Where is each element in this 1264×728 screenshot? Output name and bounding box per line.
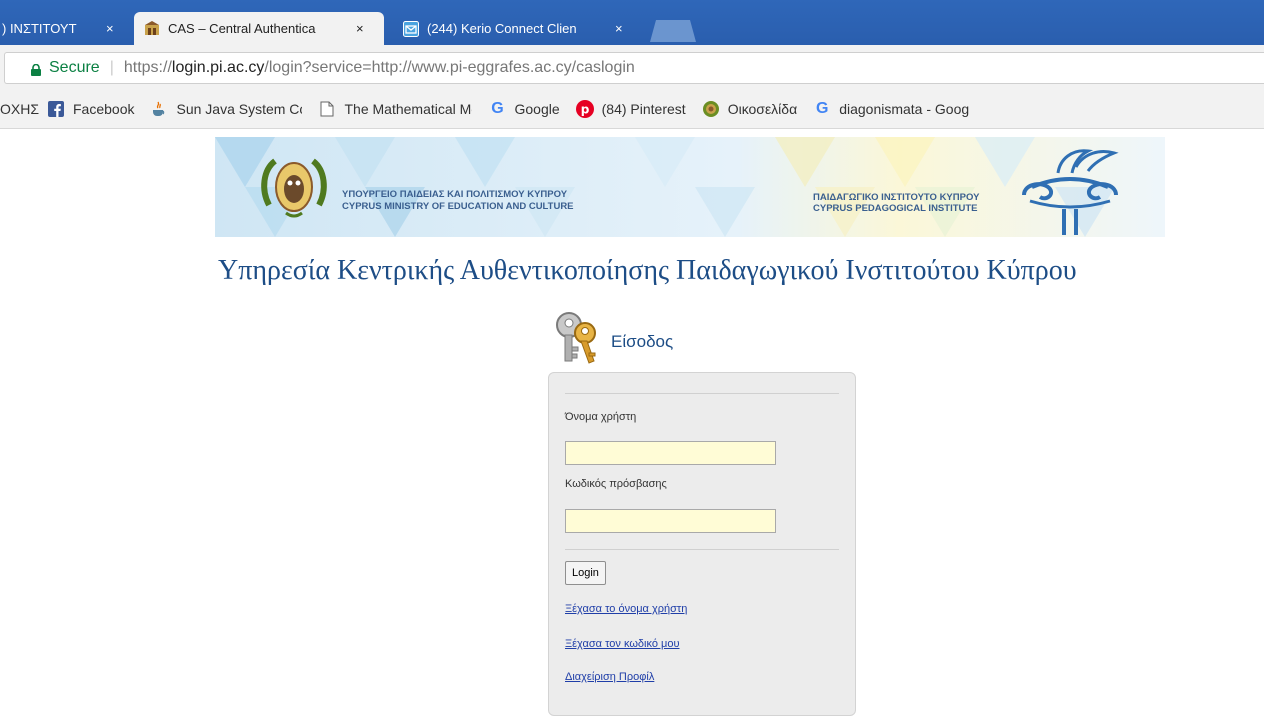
bookmark-label: Sun Java System Com [176,100,302,117]
url-host: login.pi.ac.cy [171,59,265,76]
bookmark-label: diagonismata - Goog [839,100,970,117]
url-path: /login?service=http://www.pi-eggrafes.ac… [264,59,635,76]
password-field[interactable] [565,509,776,533]
password-label: Κωδικός πρόσβασης [565,478,667,490]
username-field[interactable] [565,441,776,465]
login-form: Όνομα χρήστη Κωδικός πρόσβασης Login Ξέχ… [548,372,856,716]
ministry-name-en: CYPRUS MINISTRY OF EDUCATION AND CULTURE [342,201,574,212]
java-cup-icon [150,100,168,118]
browser-tabstrip: ) ΙΝΣΤΙΤΟΥΤ × CAS – Central Authentica ×… [0,0,1264,45]
lock-icon [31,63,41,76]
tab-close-icon[interactable]: × [356,21,364,36]
keys-icon [551,311,601,370]
login-title: Είσοδος [611,332,674,351]
tab-cas-label: CAS – Central Authentica [168,21,316,36]
bookmark-label: Facebook [73,100,135,117]
address-separator: | [109,59,114,76]
page-title: Υπηρεσία Κεντρικής Αυθεντικοποίησης Παιδ… [218,255,1077,286]
username-label: Όνομα χρήστη [565,411,637,423]
bookmark-facebook[interactable]: Facebook [47,100,134,118]
form-divider-bottom [565,549,839,550]
bookmark-google[interactable]: G Google [488,100,559,118]
bookmark-home[interactable]: Οικοσελίδα [702,100,798,118]
ministry-name-gr: ΥΠΟΥΡΓΕΙΟ ΠΑΙΔΕΙΑΣ ΚΑΙ ΠΟΛΙΤΙΣΜΟΥ ΚΥΠΡΟΥ [342,189,568,200]
tab-close-icon[interactable]: × [615,21,623,36]
forgot-password-link[interactable]: Ξέχασα τον κωδικό μου [565,638,680,650]
header-banner: ΥΠΟΥΡΓΕΙΟ ΠΑΙΔΕΙΑΣ ΚΑΙ ΠΟΛΙΤΙΣΜΟΥ ΚΥΠΡΟΥ… [215,137,1165,237]
forgot-username-link[interactable]: Ξέχασα το όνομα χρήστη [565,603,687,615]
bookmark-label: The Mathematical Mo [344,100,473,117]
google-icon: G [815,99,829,117]
bookmark-pinterest[interactable]: p (84) Pinterest [575,99,686,118]
form-divider-top [565,393,839,394]
bookmark-ochis[interactable]: ΟΧΗΣ [0,101,39,117]
login-button[interactable]: Login [565,561,606,585]
pinterest-icon: p [575,99,594,118]
omnibox[interactable]: Secure | https:// login.pi.ac.cy /login?… [4,52,1264,84]
bookmark-label: Google [514,100,560,117]
facebook-icon [47,100,65,118]
bookmark-label: Οικοσελίδα [727,100,798,117]
bookmark-mathematical[interactable]: The Mathematical Mo [318,100,472,118]
secure-label: Secure [49,59,100,76]
mail-icon [403,20,419,37]
new-tab-button[interactable] [650,20,696,42]
address-bar: Secure | https:// login.pi.ac.cy /login?… [0,45,1264,89]
url-scheme: https:// [123,59,172,76]
cas-favicon-icon [144,20,160,37]
page-icon [318,100,336,118]
bookmark-label: (84) Pinterest [601,100,686,117]
institute-name-en: CYPRUS PEDAGOGICAL INSTITUTE [813,203,978,214]
manage-profile-link[interactable]: Διαχείριση Προφίλ [565,671,654,683]
tab-cas[interactable]: CAS – Central Authentica × [134,12,384,45]
ministry-seal-icon [259,155,329,226]
tab-kerio-label: (244) Kerio Connect Clien [427,21,577,36]
tab-institute-label: ) ΙΝΣΤΙΤΟΥΤ [2,21,77,36]
tab-institute[interactable]: ) ΙΝΣΤΙΤΟΥΤ × [0,12,127,45]
bookmark-diagonismata[interactable]: G diagonismata - Goog [813,100,969,118]
tab-kerio[interactable]: (244) Kerio Connect Clien × [393,12,643,45]
login-heading: Είσοδος [551,311,674,370]
bookmark-sun-java[interactable]: Sun Java System Com [150,100,302,118]
crest-icon [702,100,720,118]
institute-logo-icon [1010,143,1130,237]
svg-text:p: p [580,102,589,116]
google-icon: G [491,99,504,117]
bookmarks-bar: ΟΧΗΣ Facebook Sun Java System Com The Ma… [0,89,1264,129]
institute-name-gr: ΠΑΙΔΑΓΩΓΙΚΟ ΙΝΣΤΙΤΟΥΤΟ ΚΥΠΡΟΥ [813,192,980,203]
tab-close-icon[interactable]: × [106,21,114,36]
bookmark-label: ΟΧΗΣ [0,100,39,117]
